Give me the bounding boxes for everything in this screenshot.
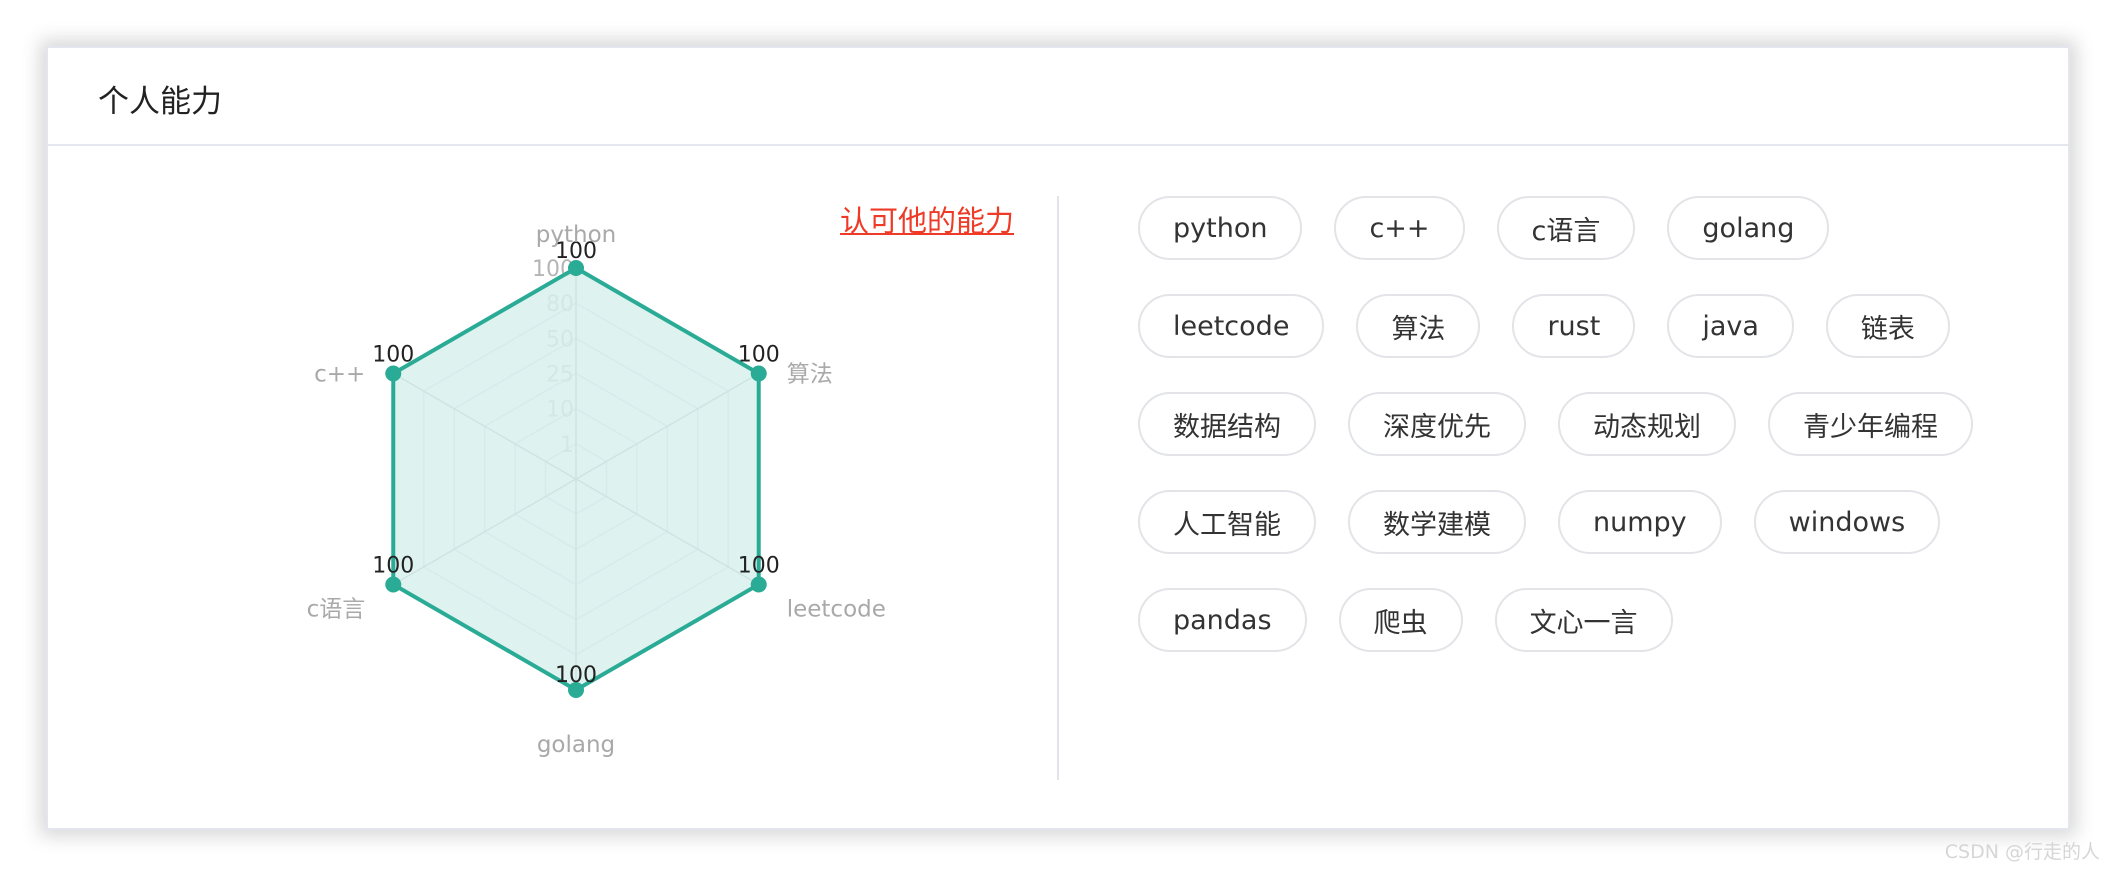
skill-tag[interactable]: 数据结构 (1138, 392, 1316, 456)
radar-value-label: 100 (555, 663, 597, 688)
radar-value-label: 100 (738, 554, 780, 579)
radar-indicator-label: golang (537, 732, 615, 758)
card-header: 个人能力 (48, 48, 2068, 146)
skill-tag[interactable]: c语言 (1496, 196, 1636, 260)
radar-indicator-label: python (536, 222, 616, 248)
radar-grid-ring (514, 407, 638, 551)
skill-tag[interactable]: 链表 (1825, 294, 1950, 358)
radar-scale-label: 80 (546, 292, 574, 317)
radar-data-point (568, 260, 584, 276)
radar-axis-line (392, 478, 577, 586)
radar-scale-label: 1 (560, 433, 574, 458)
vertical-divider (1057, 196, 1059, 780)
radar-data-point (750, 365, 767, 382)
skill-tag[interactable]: golang (1667, 196, 1830, 260)
ability-card: 个人能力 1 10 25 50 80 100 100 100 100 100 100 100 pytho… (46, 46, 2070, 830)
radar-value-label: 100 (372, 554, 414, 579)
radar-axis-line (575, 372, 760, 480)
skill-tag[interactable]: 算法 (1356, 294, 1481, 358)
radar-indicator-label: leetcode (787, 597, 886, 623)
radar-data-point (385, 365, 402, 382)
radar-scale-label: 50 (546, 327, 574, 352)
radar-value-label: 100 (555, 239, 597, 264)
radar-grid-ring (392, 267, 760, 691)
skill-tag[interactable]: 文心一言 (1494, 588, 1673, 652)
skill-tag[interactable]: java (1667, 294, 1794, 358)
radar-scale-label: 100 (532, 257, 574, 282)
radar-scale-label: 25 (546, 363, 574, 388)
radar-grid-ring (483, 372, 669, 586)
radar-grid-ring (422, 302, 730, 656)
skill-tag[interactable]: 深度优先 (1348, 392, 1526, 456)
radar-axis-line (575, 478, 760, 586)
screen: 个人能力 1 10 25 50 80 100 100 100 100 100 100 100 pytho… (0, 0, 2114, 872)
skill-tag[interactable]: numpy (1558, 490, 1722, 554)
skill-tag-list: python c++ c语言 golang leetcode 算法 rust java 链表数据… (1138, 196, 1998, 652)
radar-indicator-label: c++ (314, 362, 365, 388)
skill-tag[interactable]: pandas (1138, 588, 1307, 652)
radar-data-point (568, 682, 584, 698)
endorse-ability-link[interactable]: 认可他的能力 (840, 198, 1014, 240)
skill-tag[interactable]: 人工智能 (1138, 490, 1316, 554)
skill-tag[interactable]: 数学建模 (1348, 490, 1526, 554)
skill-tag[interactable]: 动态规划 (1558, 392, 1736, 456)
radar-value-label: 100 (372, 343, 414, 368)
skill-tag[interactable]: rust (1512, 294, 1636, 358)
radar-grid-ring (453, 337, 699, 621)
radar-axis-line (392, 372, 577, 480)
watermark: CSDN @行走的人 (1944, 841, 2100, 863)
radar-scale-label: 10 (546, 398, 574, 423)
radar-indicator-label: 算法 (787, 362, 833, 388)
radar-grid-ring (544, 442, 608, 516)
radar-data-point (750, 576, 767, 593)
skill-tag[interactable]: 爬虫 (1338, 588, 1463, 652)
skill-tag[interactable]: 青少年编程 (1768, 392, 1973, 456)
radar-data-point (385, 576, 402, 593)
skill-tag[interactable]: python (1138, 196, 1303, 260)
radar-value-label: 100 (738, 343, 780, 368)
radar-indicator-label: c语言 (307, 597, 366, 623)
skill-tag[interactable]: c++ (1334, 196, 1465, 260)
skill-tag[interactable]: leetcode (1138, 294, 1325, 358)
card-title: 个人能力 (98, 84, 222, 120)
radar-series-area (391, 265, 761, 693)
skill-tag[interactable]: windows (1753, 490, 1941, 554)
